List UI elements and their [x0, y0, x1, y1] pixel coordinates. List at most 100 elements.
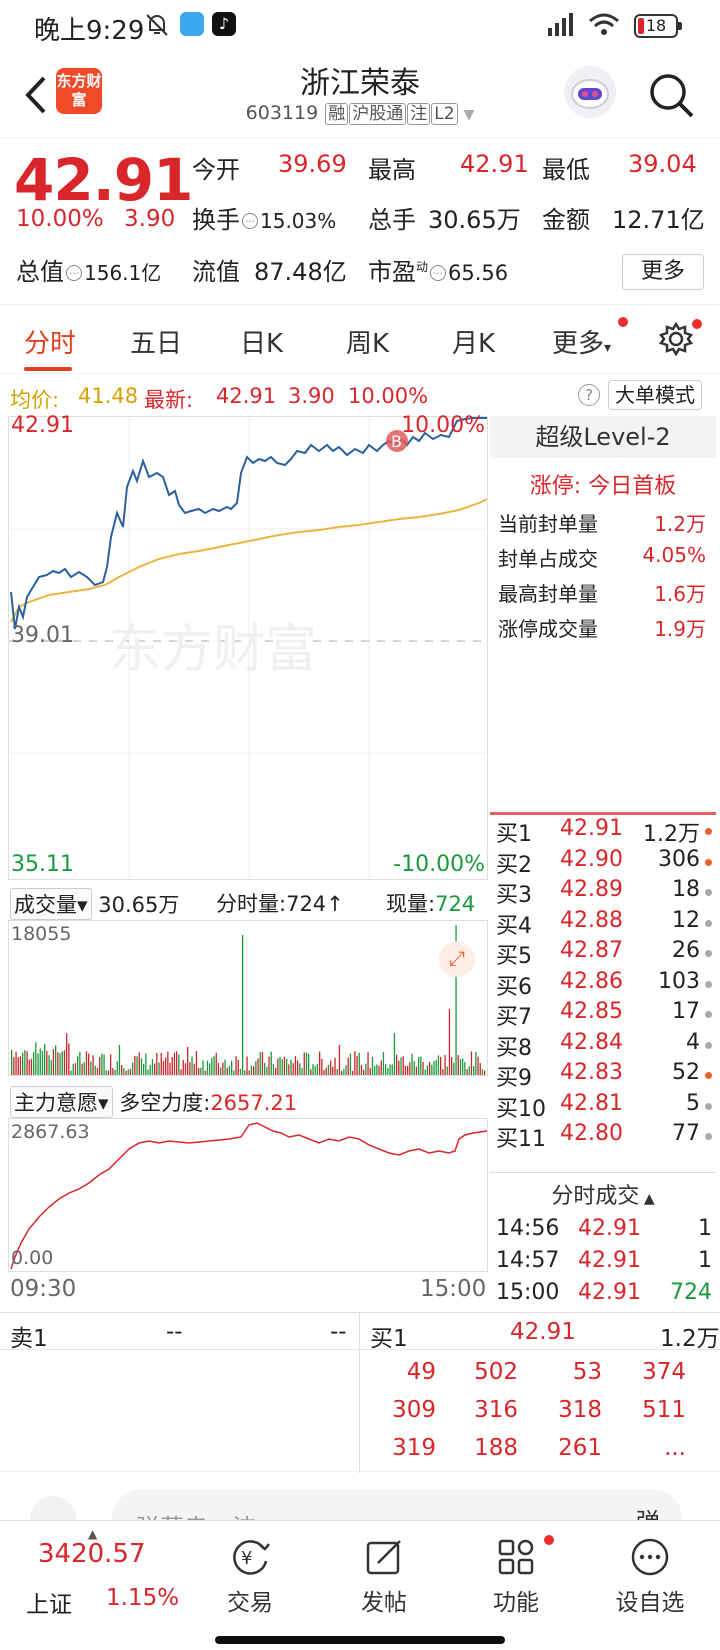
- order-dot-icon: [705, 828, 712, 835]
- chart-bottom-pct: -10.00%: [393, 852, 485, 877]
- level2-stat-row: 当前封单量 1.2万: [498, 508, 712, 537]
- order-book-row[interactable]: 买3 42.89 18: [492, 877, 714, 909]
- volume-label: 总手: [368, 206, 416, 234]
- turnover-label: 换手… 15.03%: [192, 200, 336, 235]
- order-book-row[interactable]: 买10 42.81 5: [492, 1091, 714, 1123]
- big-order-mode-button[interactable]: 大单模式: [608, 380, 702, 410]
- nav-watchlist[interactable]: 设自选: [600, 1535, 700, 1617]
- tab-intraday[interactable]: 分时: [24, 323, 76, 360]
- index-widget[interactable]: ▲ 3420.57: [38, 1527, 146, 1569]
- nav-functions[interactable]: 功能: [466, 1535, 566, 1617]
- info-icon[interactable]: …: [242, 213, 258, 229]
- expand-icon[interactable]: ⤢: [439, 941, 475, 977]
- volume-bar: [167, 1051, 169, 1075]
- order-book-row[interactable]: 买7 42.85 17: [492, 999, 714, 1031]
- float-value: 87.48亿: [254, 258, 347, 286]
- order-book-row[interactable]: 买1 42.91 1.2万: [492, 816, 714, 848]
- volume-bar: [404, 1065, 407, 1075]
- sell1-label: 卖1: [10, 1326, 48, 1352]
- order-book-row[interactable]: 买9 42.83 52: [492, 1060, 714, 1092]
- mf-value: 2657.21: [210, 1091, 298, 1115]
- tab-more[interactable]: 更多▾: [552, 323, 611, 360]
- volume-bar: [176, 1051, 178, 1075]
- volume-bar: [415, 1066, 418, 1075]
- info-icon[interactable]: …: [66, 265, 82, 281]
- volume-selector[interactable]: 成交量▾: [10, 888, 92, 920]
- volume-bar: [160, 1053, 162, 1075]
- volume-bar: [132, 1062, 134, 1075]
- volume-bar: [303, 1052, 305, 1075]
- volume-bar: [239, 1068, 242, 1075]
- tab-weekly-k[interactable]: 周K: [346, 323, 389, 360]
- trade-time: 15:00: [496, 1280, 560, 1305]
- home-indicator[interactable]: [215, 1636, 505, 1644]
- level2-title[interactable]: 超级Level-2: [490, 416, 716, 458]
- tab-monthly-k[interactable]: 月K: [452, 323, 495, 360]
- order-book-row[interactable]: 买4 42.88 12: [492, 908, 714, 940]
- wifi-icon: [589, 13, 619, 35]
- level2-stat-label: 当前封单量: [498, 512, 598, 536]
- volume-bar: [457, 1055, 459, 1075]
- main-force-chart[interactable]: 2867.63 0.00: [8, 1118, 488, 1272]
- minute-volume-label: 分时量:: [216, 892, 287, 916]
- trades-title[interactable]: 分时成交 ▲: [490, 1178, 716, 1210]
- queue-order: 49: [406, 1359, 436, 1385]
- volume-bar: [200, 1067, 202, 1075]
- volume-bar: [446, 1066, 448, 1075]
- more-button[interactable]: 更多: [622, 254, 704, 290]
- order-book-row[interactable]: 买6 42.86 103: [492, 969, 714, 1001]
- volume-bar: [237, 1059, 239, 1075]
- volume-bar: [257, 1058, 259, 1075]
- volume-bar: [228, 1065, 231, 1075]
- order-book-row[interactable]: 买8 42.84 4: [492, 1030, 714, 1062]
- nav-post-label: 发帖: [361, 1590, 407, 1616]
- volume-bar: [305, 1052, 308, 1075]
- volume-bar: [268, 1056, 270, 1075]
- volume-bar: [233, 1070, 235, 1075]
- volume-chart[interactable]: 18055 ⤢: [8, 920, 488, 1076]
- order-qty: 77: [672, 1121, 700, 1146]
- assistant-avatar[interactable]: [564, 66, 616, 118]
- volume-total: 30.65万: [98, 893, 180, 917]
- tag-level2: L2: [431, 103, 458, 125]
- intraday-price-chart[interactable]: 东方财富 B 42.91 10.00% 39.01 35.11 -10.00%: [8, 413, 488, 880]
- volume-bar: [26, 1051, 28, 1075]
- volume-bar: [77, 1056, 79, 1075]
- info-icon[interactable]: …: [430, 265, 447, 281]
- search-icon[interactable]: [646, 70, 696, 120]
- order-book-row[interactable]: 买11 42.80 77: [492, 1121, 714, 1153]
- volume-bar: [105, 1070, 107, 1075]
- help-icon[interactable]: ?: [578, 384, 600, 406]
- tab-five-day[interactable]: 五日: [130, 323, 182, 360]
- order-dot-icon: [705, 1011, 712, 1018]
- volume-bar: [409, 1062, 411, 1075]
- volume-bar: [184, 1063, 187, 1075]
- volume-bar: [41, 1050, 44, 1075]
- tab-daily-k[interactable]: 日K: [240, 323, 283, 360]
- volume-bar: [338, 1045, 341, 1075]
- volume-bar: [28, 1059, 30, 1075]
- volume-bar: [114, 1069, 116, 1075]
- order-book-row[interactable]: 买5 42.87 26: [492, 938, 714, 970]
- volume-bar: [178, 1054, 180, 1075]
- order-level: 买2: [496, 852, 532, 878]
- volume-bar: [156, 1052, 158, 1075]
- robot-icon: [571, 79, 609, 109]
- nav-post[interactable]: 发帖: [334, 1535, 434, 1617]
- order-book-row[interactable]: 买2 42.90 306: [492, 847, 714, 879]
- volume-bar: [398, 1060, 400, 1075]
- right-panel: 超级Level-2 涨停: 今日首板 当前封单量 1.2万 封单占成交 4.05% 最高…: [490, 416, 716, 1312]
- volume-bar: [270, 1051, 272, 1075]
- nav-trade[interactable]: ¥ 交易: [200, 1535, 300, 1617]
- volume-bar: [39, 1048, 41, 1075]
- volume-bar: [345, 1064, 347, 1075]
- nav-watchlist-label: 设自选: [615, 1590, 685, 1616]
- volume-bar: [81, 1063, 83, 1075]
- order-price: 42.85: [560, 999, 623, 1024]
- settings-gear-icon[interactable]: [658, 321, 694, 357]
- index-pct: 1.15%: [106, 1585, 180, 1611]
- nav-trade-label: 交易: [227, 1590, 273, 1616]
- volume-bar: [332, 1066, 334, 1075]
- mf-selector[interactable]: 主力意愿▾: [10, 1086, 113, 1118]
- order-level: 买10: [496, 1096, 546, 1122]
